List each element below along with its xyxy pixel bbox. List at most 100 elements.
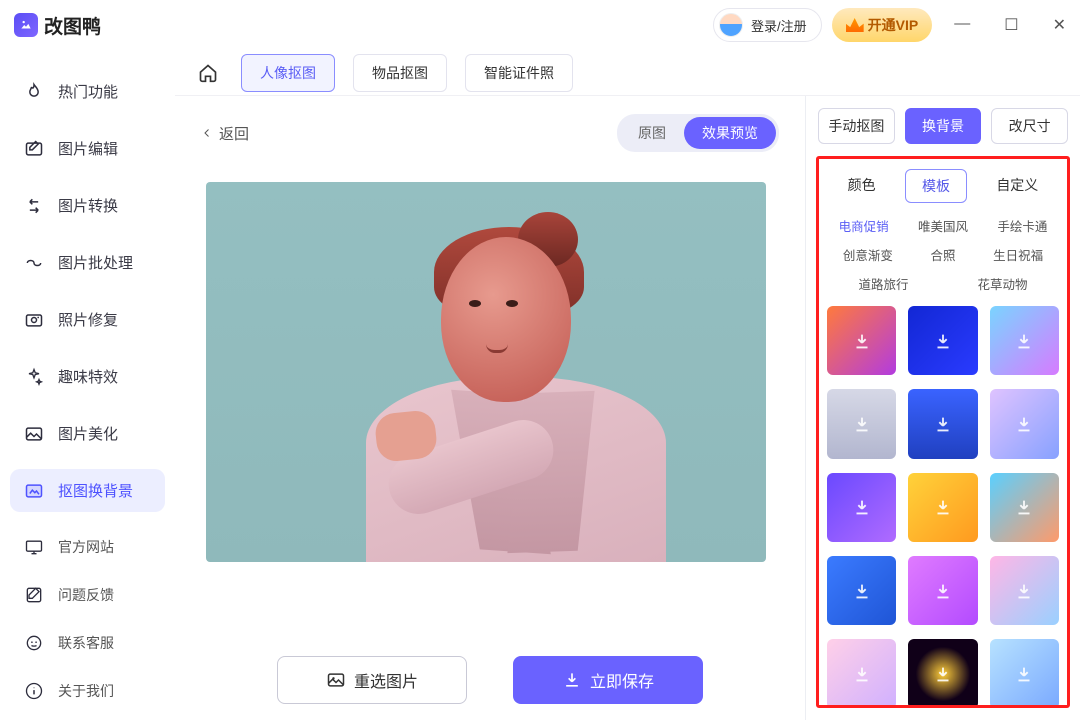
- sidebar-item-label: 关于我们: [58, 681, 114, 701]
- window-close[interactable]: ✕: [1053, 15, 1066, 35]
- info-icon: [24, 681, 44, 701]
- sidebar-item-label: 联系客服: [58, 633, 114, 653]
- download-icon: [1013, 580, 1035, 602]
- app-logo-icon: [14, 13, 38, 37]
- bg-thumb-9[interactable]: [827, 556, 896, 625]
- bg-thumb-4[interactable]: [908, 389, 977, 458]
- login-button[interactable]: 登录/注册: [713, 8, 822, 42]
- sidebar-item-label: 抠图换背景: [58, 480, 133, 501]
- reselect-button[interactable]: 重选图片: [277, 656, 467, 704]
- sidebar-item-2[interactable]: 图片转换: [10, 184, 165, 227]
- canvas-area: 返回 原图 效果预览 重选图片: [175, 96, 805, 720]
- bg-subopt-0[interactable]: 颜色: [832, 169, 892, 203]
- download-icon: [932, 663, 954, 685]
- tab-2[interactable]: 智能证件照: [465, 54, 573, 92]
- crown-icon: [846, 18, 864, 32]
- sidebar-item-label: 图片批处理: [58, 252, 133, 273]
- bg-thumb-0[interactable]: [827, 306, 896, 375]
- sidebar-item-1[interactable]: 图片编辑: [10, 127, 165, 170]
- back-button[interactable]: 返回: [201, 123, 249, 144]
- bg-swap-icon: [24, 481, 44, 501]
- sidebar-item-4[interactable]: 照片修复: [10, 298, 165, 341]
- download-icon: [1013, 330, 1035, 352]
- sidebar-item-label: 官方网站: [58, 537, 114, 557]
- sidebar-item-label: 图片美化: [58, 423, 118, 444]
- preview-canvas: [206, 182, 766, 562]
- bg-category-0[interactable]: 电商促销: [834, 213, 894, 238]
- sidebar-item-label: 问题反馈: [58, 585, 114, 605]
- window-maximize[interactable]: ☐: [1004, 15, 1018, 35]
- save-label: 立即保存: [590, 668, 654, 692]
- bg-category-5[interactable]: 生日祝福: [988, 242, 1048, 267]
- sidebar-item-label: 趣味特效: [58, 366, 118, 387]
- sidebar-item-3[interactable]: 关于我们: [10, 670, 165, 712]
- feedback-icon: [24, 585, 44, 605]
- bg-thumb-8[interactable]: [990, 473, 1059, 542]
- bg-subopt-2[interactable]: 自定义: [980, 169, 1054, 203]
- sidebar-item-label: 热门功能: [58, 81, 118, 102]
- bg-thumb-2[interactable]: [990, 306, 1059, 375]
- app-logo: 改图鸭: [14, 12, 101, 39]
- bg-thumb-13[interactable]: [908, 639, 977, 708]
- download-icon: [932, 580, 954, 602]
- bg-category-6[interactable]: 道路旅行: [853, 271, 913, 296]
- bg-thumb-11[interactable]: [990, 556, 1059, 625]
- bg-thumb-1[interactable]: [908, 306, 977, 375]
- bg-category-4[interactable]: 合照: [925, 242, 960, 267]
- bg-category-1[interactable]: 唯美国风: [913, 213, 973, 238]
- download-icon: [851, 663, 873, 685]
- seg-preview[interactable]: 效果预览: [684, 117, 776, 149]
- vip-label: 开通VIP: [868, 15, 919, 35]
- bg-subopt-1[interactable]: 模板: [905, 169, 967, 203]
- right-op-1[interactable]: 换背景: [905, 108, 982, 144]
- download-icon: [851, 580, 873, 602]
- bg-thumb-12[interactable]: [827, 639, 896, 708]
- sidebar-item-7[interactable]: 抠图换背景: [10, 469, 165, 512]
- view-toggle: 原图 效果预览: [617, 114, 779, 152]
- titlebar: 改图鸭 登录/注册 开通VIP — ☐ ✕: [0, 0, 1080, 50]
- bg-thumb-10[interactable]: [908, 556, 977, 625]
- tab-row: 人像抠图物品抠图智能证件照: [175, 50, 1080, 96]
- tab-1[interactable]: 物品抠图: [353, 54, 447, 92]
- bg-category-7[interactable]: 花草动物: [972, 271, 1032, 296]
- bg-thumb-5[interactable]: [990, 389, 1059, 458]
- bg-category-2[interactable]: 手绘卡通: [992, 213, 1052, 238]
- back-label: 返回: [219, 123, 249, 144]
- download-icon: [851, 496, 873, 518]
- save-button[interactable]: 立即保存: [513, 656, 703, 704]
- image-icon: [326, 670, 346, 690]
- sidebar-item-3[interactable]: 图片批处理: [10, 241, 165, 284]
- content: 人像抠图物品抠图智能证件照 返回 原图 效果预览: [175, 50, 1080, 720]
- bg-thumb-14[interactable]: [990, 639, 1059, 708]
- person-cutout: [346, 222, 666, 562]
- download-icon: [932, 413, 954, 435]
- bg-thumb-6[interactable]: [827, 473, 896, 542]
- sidebar-item-5[interactable]: 趣味特效: [10, 355, 165, 398]
- seg-original[interactable]: 原图: [620, 117, 684, 149]
- sidebar-item-0[interactable]: 热门功能: [10, 70, 165, 113]
- tab-0[interactable]: 人像抠图: [241, 54, 335, 92]
- sidebar-item-1[interactable]: 问题反馈: [10, 574, 165, 616]
- sidebar-item-2[interactable]: 联系客服: [10, 622, 165, 664]
- avatar-icon: [719, 13, 743, 37]
- beautify-icon: [24, 424, 44, 444]
- download-icon: [932, 496, 954, 518]
- sidebar-item-label: 图片编辑: [58, 138, 118, 159]
- bg-thumb-7[interactable]: [908, 473, 977, 542]
- bg-thumb-3[interactable]: [827, 389, 896, 458]
- right-op-2[interactable]: 改尺寸: [991, 108, 1068, 144]
- download-icon: [851, 413, 873, 435]
- sidebar-item-6[interactable]: 图片美化: [10, 412, 165, 455]
- window-minimize[interactable]: —: [954, 15, 970, 35]
- reselect-label: 重选图片: [354, 668, 418, 692]
- highlight-box: 颜色模板自定义 电商促销唯美国风手绘卡通创意渐变 合照 生日祝福道路旅行 花草动物: [816, 156, 1070, 708]
- download-icon: [562, 670, 582, 690]
- download-icon: [1013, 413, 1035, 435]
- vip-button[interactable]: 开通VIP: [832, 8, 933, 42]
- home-icon[interactable]: [197, 62, 219, 84]
- sparkle-icon: [24, 367, 44, 387]
- bg-category-3[interactable]: 创意渐变: [838, 242, 898, 267]
- batch-icon: [24, 253, 44, 273]
- right-op-0[interactable]: 手动抠图: [818, 108, 895, 144]
- sidebar-item-0[interactable]: 官方网站: [10, 526, 165, 568]
